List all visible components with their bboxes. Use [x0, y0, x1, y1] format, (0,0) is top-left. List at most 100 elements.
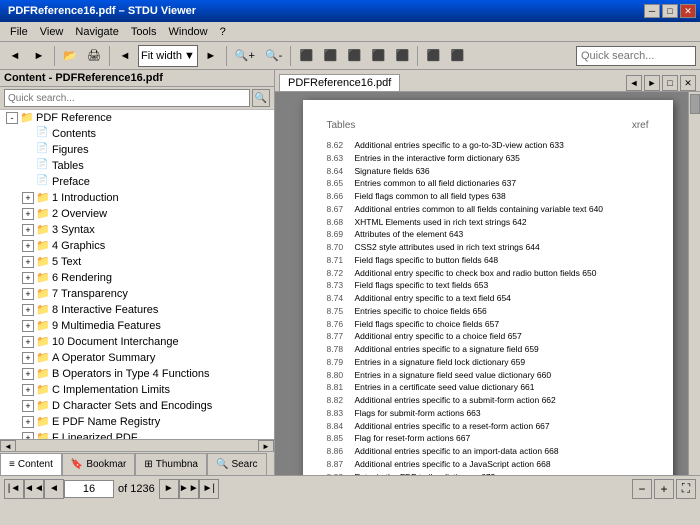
tree-item-contents[interactable]: 📄 Contents: [0, 126, 274, 142]
tree-expand-icon[interactable]: -: [6, 112, 18, 124]
toolbar-print-btn[interactable]: 🖨: [83, 45, 105, 67]
nav-prev-btn[interactable]: ◄: [44, 479, 64, 499]
horizontal-scrollbar[interactable]: ◄ ►: [0, 439, 274, 451]
tree-expand-icon[interactable]: +: [22, 320, 34, 332]
tree-item-ch1[interactable]: + 📁 1 Introduction: [0, 190, 274, 206]
minimize-button[interactable]: ─: [644, 4, 660, 18]
tree-item-appD[interactable]: + 📁 D Character Sets and Encodings: [0, 398, 274, 414]
tree-item-appA[interactable]: + 📁 A Operator Summary: [0, 350, 274, 366]
toolbar-zoom-out-btn[interactable]: 🔍-: [261, 45, 286, 67]
tree-expand-icon[interactable]: +: [22, 432, 34, 439]
pdf-viewer: Tables xref 8.62Additional entries speci…: [275, 92, 700, 475]
toolbar-open-btn[interactable]: 📂: [59, 45, 81, 67]
nav-next-next-btn[interactable]: ►►: [179, 479, 199, 499]
menu-navigate[interactable]: Navigate: [69, 24, 124, 40]
toolbar-nav-btn4[interactable]: ⬛: [367, 45, 389, 67]
tree-item-ch5[interactable]: + 📁 5 Text: [0, 254, 274, 270]
tree-expand-icon[interactable]: +: [22, 288, 34, 300]
tree-item-pdf-reference[interactable]: - 📁 PDF Reference: [0, 110, 274, 126]
toolbar-nav-btn1[interactable]: ⬛: [295, 45, 317, 67]
tree-item-ch6[interactable]: + 📁 6 Rendering: [0, 270, 274, 286]
tree-item-tables[interactable]: 📄 Tables: [0, 158, 274, 174]
tree-expand-icon[interactable]: +: [22, 192, 34, 204]
nav-prev-prev-btn[interactable]: ◄◄: [24, 479, 44, 499]
tree-label: 4 Graphics: [52, 240, 105, 252]
nav-next-btn[interactable]: ►: [159, 479, 179, 499]
scrollbar-thumb[interactable]: [690, 94, 700, 114]
toolbar-search-input[interactable]: [576, 46, 696, 66]
menu-help[interactable]: ?: [214, 24, 232, 40]
toolbar-zoom-next-btn[interactable]: ►: [200, 45, 222, 67]
entry-number: 8.67: [327, 203, 355, 216]
tab-content[interactable]: ≡ Content: [0, 453, 62, 475]
toolbar-zoom-prev-btn[interactable]: ◄: [114, 45, 136, 67]
tree-expand-icon[interactable]: +: [22, 352, 34, 364]
tree-expand-icon[interactable]: +: [22, 400, 34, 412]
tree-item-appC[interactable]: + 📁 C Implementation Limits: [0, 382, 274, 398]
tree-item-appB[interactable]: + 📁 B Operators in Type 4 Functions: [0, 366, 274, 382]
toolbar-forward-btn[interactable]: ►: [28, 45, 50, 67]
page-number-input[interactable]: [64, 480, 114, 498]
tree-expand-icon[interactable]: +: [22, 256, 34, 268]
zoom-out-status-btn[interactable]: −: [632, 479, 652, 499]
menu-tools[interactable]: Tools: [125, 24, 163, 40]
tab-thumbnails[interactable]: ⊞ Thumbna: [135, 453, 207, 475]
tree-item-appE[interactable]: + 📁 E PDF Name Registry: [0, 414, 274, 430]
menu-file[interactable]: File: [4, 24, 34, 40]
panel-search-input[interactable]: [4, 89, 250, 107]
toolbar-extra-btn2[interactable]: ⬛: [446, 45, 468, 67]
tree-item-ch3[interactable]: + 📁 3 Syntax: [0, 222, 274, 238]
table-row: 8.78Additional entries specific to a sig…: [327, 343, 649, 356]
toolbar-nav-btn5[interactable]: ⬛: [391, 45, 413, 67]
tree-expand-icon[interactable]: +: [22, 224, 34, 236]
pdf-close-btn[interactable]: ✕: [680, 75, 696, 91]
maximize-button[interactable]: □: [662, 4, 678, 18]
fullscreen-btn[interactable]: ⛶: [676, 479, 696, 499]
tree-item-ch7[interactable]: + 📁 7 Transparency: [0, 286, 274, 302]
panel-search-button[interactable]: 🔍: [252, 89, 270, 107]
tree-item-ch2[interactable]: + 📁 2 Overview: [0, 206, 274, 222]
vertical-scrollbar[interactable]: [688, 92, 700, 475]
table-row: 8.86Additional entries specific to an im…: [327, 445, 649, 458]
folder-icon: 📁: [20, 111, 34, 125]
tree-expand-icon[interactable]: +: [22, 240, 34, 252]
window-controls[interactable]: ─ □ ✕: [644, 4, 696, 18]
nav-first-btn[interactable]: |◄: [4, 479, 24, 499]
tree-expand-icon[interactable]: +: [22, 368, 34, 380]
zoom-in-status-btn[interactable]: +: [654, 479, 674, 499]
tab-search[interactable]: 🔍 Searc: [207, 453, 267, 475]
table-row: 8.75Entries specific to choice fields 65…: [327, 305, 649, 318]
tree-expand-icon[interactable]: +: [22, 272, 34, 284]
tree-expand-icon[interactable]: +: [22, 416, 34, 428]
pdf-maximize-btn[interactable]: □: [662, 75, 678, 91]
toolbar-nav-btn3[interactable]: ⬛: [343, 45, 365, 67]
toolbar-extra-btn1[interactable]: ⬛: [422, 45, 444, 67]
tree-item-preface[interactable]: 📄 Preface: [0, 174, 274, 190]
pdf-nav-right-btn[interactable]: ►: [644, 75, 660, 91]
tree-item-ch8[interactable]: + 📁 8 Interactive Features: [0, 302, 274, 318]
toolbar-back-btn[interactable]: ◄: [4, 45, 26, 67]
entry-text: Field flags specific to text fields 653: [355, 279, 649, 292]
tree-item-ch4[interactable]: + 📁 4 Graphics: [0, 238, 274, 254]
menu-view[interactable]: View: [34, 24, 70, 40]
toolbar-sep1: [54, 46, 55, 66]
tree-expand-icon[interactable]: +: [22, 336, 34, 348]
tree-item-ch9[interactable]: + 📁 9 Multimedia Features: [0, 318, 274, 334]
fit-width-dropdown[interactable]: Fit width ▼: [138, 45, 198, 67]
tree-expand-icon[interactable]: +: [22, 384, 34, 396]
entry-number: 8.88: [327, 471, 355, 476]
pdf-document-tab[interactable]: PDFReference16.pdf: [279, 74, 400, 91]
menu-window[interactable]: Window: [163, 24, 214, 40]
toolbar-nav-btn2[interactable]: ⬛: [319, 45, 341, 67]
tree-item-figures[interactable]: 📄 Figures: [0, 142, 274, 158]
toolbar-zoom-in-btn[interactable]: 🔍+: [231, 45, 259, 67]
tree-expand-icon[interactable]: +: [22, 208, 34, 220]
nav-last-btn[interactable]: ►|: [199, 479, 219, 499]
tab-bookmarks[interactable]: 🔖 Bookmar: [62, 453, 135, 475]
tree-expand-icon[interactable]: +: [22, 304, 34, 316]
tree-item-appF[interactable]: + 📁 F Linearized PDF: [0, 430, 274, 439]
pdf-nav-left-btn[interactable]: ◄: [626, 75, 642, 91]
tree-item-ch10[interactable]: + 📁 10 Document Interchange: [0, 334, 274, 350]
tree-label: 1 Introduction: [52, 192, 119, 204]
close-button[interactable]: ✕: [680, 4, 696, 18]
